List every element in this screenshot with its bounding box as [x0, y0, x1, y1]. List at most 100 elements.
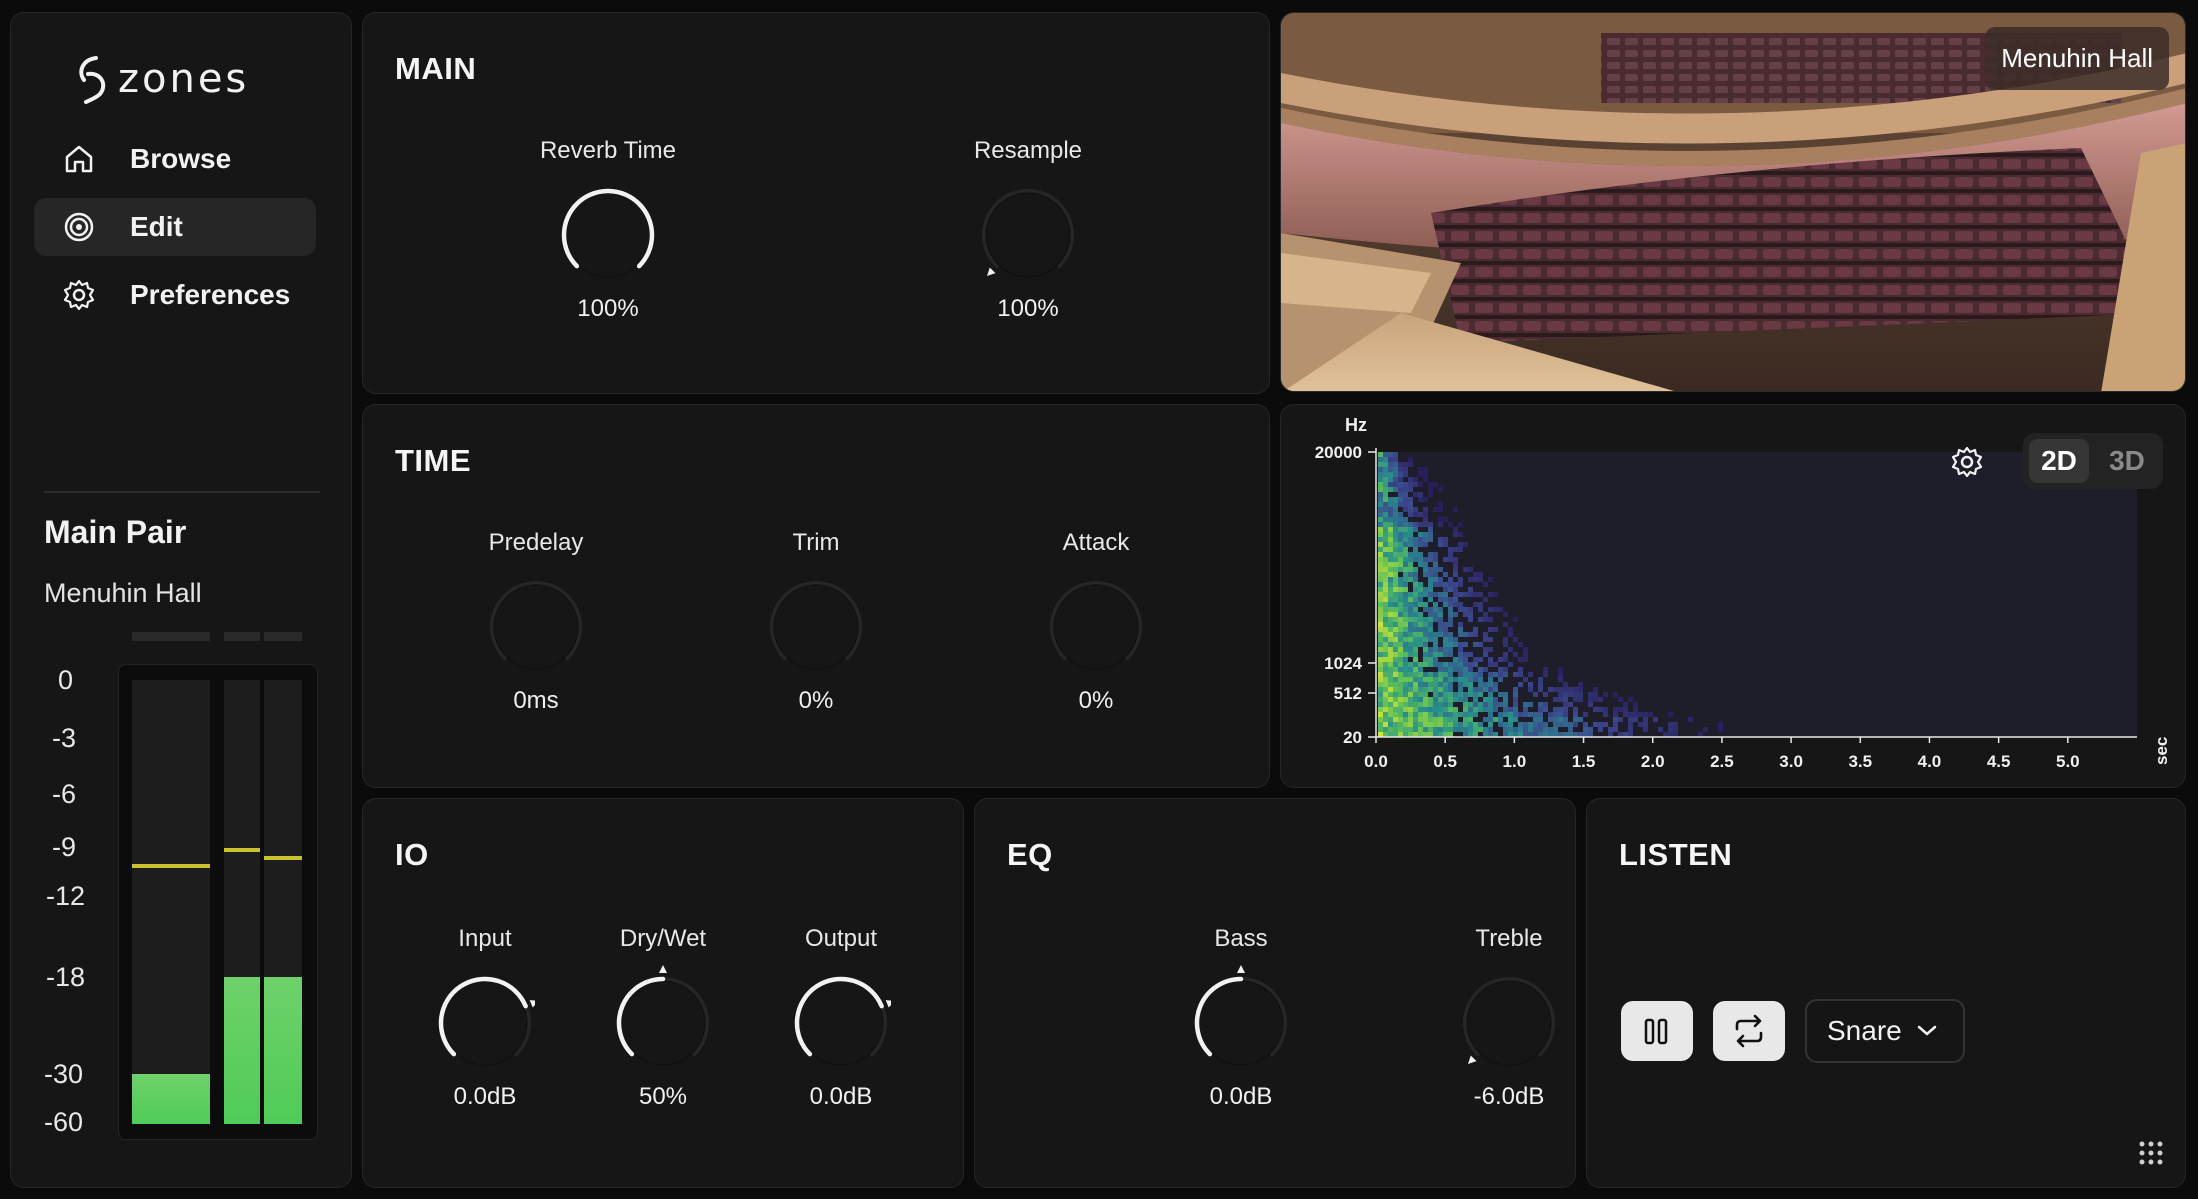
knob-track — [490, 581, 582, 661]
meter-track — [132, 680, 210, 1124]
knob-dial[interactable] — [1191, 963, 1291, 1069]
y-tick-label: 20 — [1343, 728, 1362, 747]
time-panel: TIME Predelay 0ms Trim 0% Attack 0% — [362, 404, 1270, 788]
knob-body — [1198, 980, 1284, 1066]
knob-dial[interactable] — [613, 963, 713, 1069]
knob-indicator-tick — [529, 1000, 535, 1008]
knob-dial[interactable] — [435, 963, 535, 1069]
x-tick-label: 5.0 — [2056, 752, 2080, 771]
meter-scale-label: 0 — [58, 665, 74, 695]
meter-scale-label: -60 — [44, 1107, 84, 1137]
knob-dial[interactable] — [486, 567, 586, 673]
knob-dial[interactable] — [978, 175, 1078, 281]
sidebar-item-label: Browse — [130, 143, 232, 174]
knob-body — [1466, 980, 1552, 1066]
knob-track — [982, 189, 1074, 269]
settings-gear-icon[interactable] — [1950, 445, 1984, 479]
knob-treble[interactable]: Treble -6.0dB — [1409, 925, 1609, 1111]
logo: zones — [74, 52, 249, 106]
hall-name-badge: Menuhin Hall — [1985, 27, 2169, 90]
main-panel: MAIN Reverb Time 100% Resample 100% — [362, 12, 1270, 394]
meter-peak-marker — [264, 856, 302, 860]
knob-dial[interactable] — [1459, 963, 1559, 1069]
knob-body — [1053, 584, 1139, 670]
knob-label: Trim — [792, 529, 840, 556]
view-mode-toggle: 2D 3D — [2023, 433, 2163, 489]
meter-scale-label: -9 — [52, 832, 77, 862]
meter-scale-label: -18 — [46, 962, 86, 992]
knob-value-arc — [561, 188, 655, 269]
x-axis-unit: sec — [2152, 737, 2171, 765]
eq-panel: EQ Bass 0.0dB Treble -6.0dB — [974, 798, 1576, 1188]
knob-track — [770, 581, 862, 661]
knob-label: Input — [458, 925, 512, 952]
sample-select[interactable]: Snare — [1805, 999, 1965, 1063]
knob-body — [493, 584, 579, 670]
knob-dial[interactable] — [766, 567, 866, 673]
knob-body — [798, 980, 884, 1066]
x-tick-label: 2.0 — [1641, 752, 1665, 771]
knob-value-arc — [794, 976, 884, 1057]
target-icon — [64, 212, 94, 242]
panel-title: EQ — [1007, 837, 1053, 872]
knob-reverb-time[interactable]: Reverb Time 100% — [508, 137, 708, 323]
sidebar-item-preferences[interactable]: Preferences — [34, 266, 316, 324]
knob-input[interactable]: Input 0.0dB — [385, 925, 585, 1111]
knob-body — [565, 192, 651, 278]
knob-dial[interactable] — [1046, 567, 1146, 673]
meter-header — [132, 632, 210, 641]
sample-select-value: Snare — [1827, 1015, 1902, 1046]
view-mode-2d-button[interactable]: 2D — [2029, 439, 2089, 483]
meter-header — [224, 632, 260, 641]
knob-value: 0.0dB — [1209, 1083, 1273, 1110]
x-tick-label: 2.5 — [1710, 752, 1734, 771]
knob-value: 100% — [577, 295, 639, 322]
gear-icon — [63, 279, 95, 311]
y-axis-unit: Hz — [1345, 415, 1367, 435]
knob-indicator-tick — [1467, 1055, 1477, 1065]
sidebar-item-browse[interactable]: Browse — [34, 130, 316, 188]
knob-trim[interactable]: Trim 0% — [716, 529, 916, 715]
y-tick-label: 512 — [1334, 684, 1362, 703]
knob-indicator-tick — [659, 965, 667, 973]
knob-dial[interactable] — [791, 963, 891, 1069]
knob-value-arc — [1194, 976, 1244, 1057]
knob-value: 0.0dB — [453, 1083, 517, 1110]
knob-resample[interactable]: Resample 100% — [928, 137, 1128, 323]
knob-output[interactable]: Output 0.0dB — [741, 925, 941, 1111]
chevron-down-icon — [1917, 1025, 1936, 1036]
spectrogram-panel: 20000 1024 512 20 Hz 0.0 0.5 1.0 1.5 2.0 2.5 3.0 3.5… — [1280, 404, 2186, 788]
sidebar-item-edit[interactable]: Edit — [34, 198, 316, 256]
knob-label: Predelay — [488, 529, 584, 556]
panel-title: MAIN — [395, 51, 477, 86]
knob-label: Bass — [1214, 925, 1268, 952]
meter-level-bar — [264, 977, 302, 1124]
knob-dry-wet[interactable]: Dry/Wet 50% — [563, 925, 763, 1111]
knob-dial[interactable] — [558, 175, 658, 281]
meter-peak-marker — [224, 848, 260, 852]
knob-value: 0% — [798, 687, 834, 714]
meter-scale-label: -12 — [46, 881, 86, 911]
knob-attack[interactable]: Attack 0% — [996, 529, 1196, 715]
x-tick-label: 4.5 — [1987, 752, 2011, 771]
knob-value: 100% — [997, 295, 1059, 322]
loop-button[interactable] — [1713, 1001, 1785, 1061]
pause-button[interactable] — [1621, 1001, 1693, 1061]
grid-dots-icon[interactable] — [2137, 1139, 2165, 1167]
knob-label: Resample — [973, 137, 1083, 164]
view-mode-3d-button[interactable]: 3D — [2097, 439, 2157, 483]
knob-label: Reverb Time — [539, 137, 677, 164]
pause-icon — [1644, 1018, 1668, 1045]
x-tick-label: 0.0 — [1364, 752, 1388, 771]
knob-indicator-tick — [986, 267, 996, 277]
x-tick-label: 3.5 — [1848, 752, 1872, 771]
x-tick-label: 3.0 — [1779, 752, 1803, 771]
x-tick-label: 0.5 — [1433, 752, 1457, 771]
knob-bass[interactable]: Bass 0.0dB — [1141, 925, 1341, 1111]
knob-value: -6.0dB — [1473, 1083, 1545, 1110]
meter-level-bar — [224, 977, 260, 1124]
knob-predelay[interactable]: Predelay 0ms — [436, 529, 636, 715]
knob-label: Treble — [1475, 925, 1543, 952]
zones-logo-icon — [79, 56, 106, 104]
pair-subtitle: Menuhin Hall — [44, 578, 202, 608]
